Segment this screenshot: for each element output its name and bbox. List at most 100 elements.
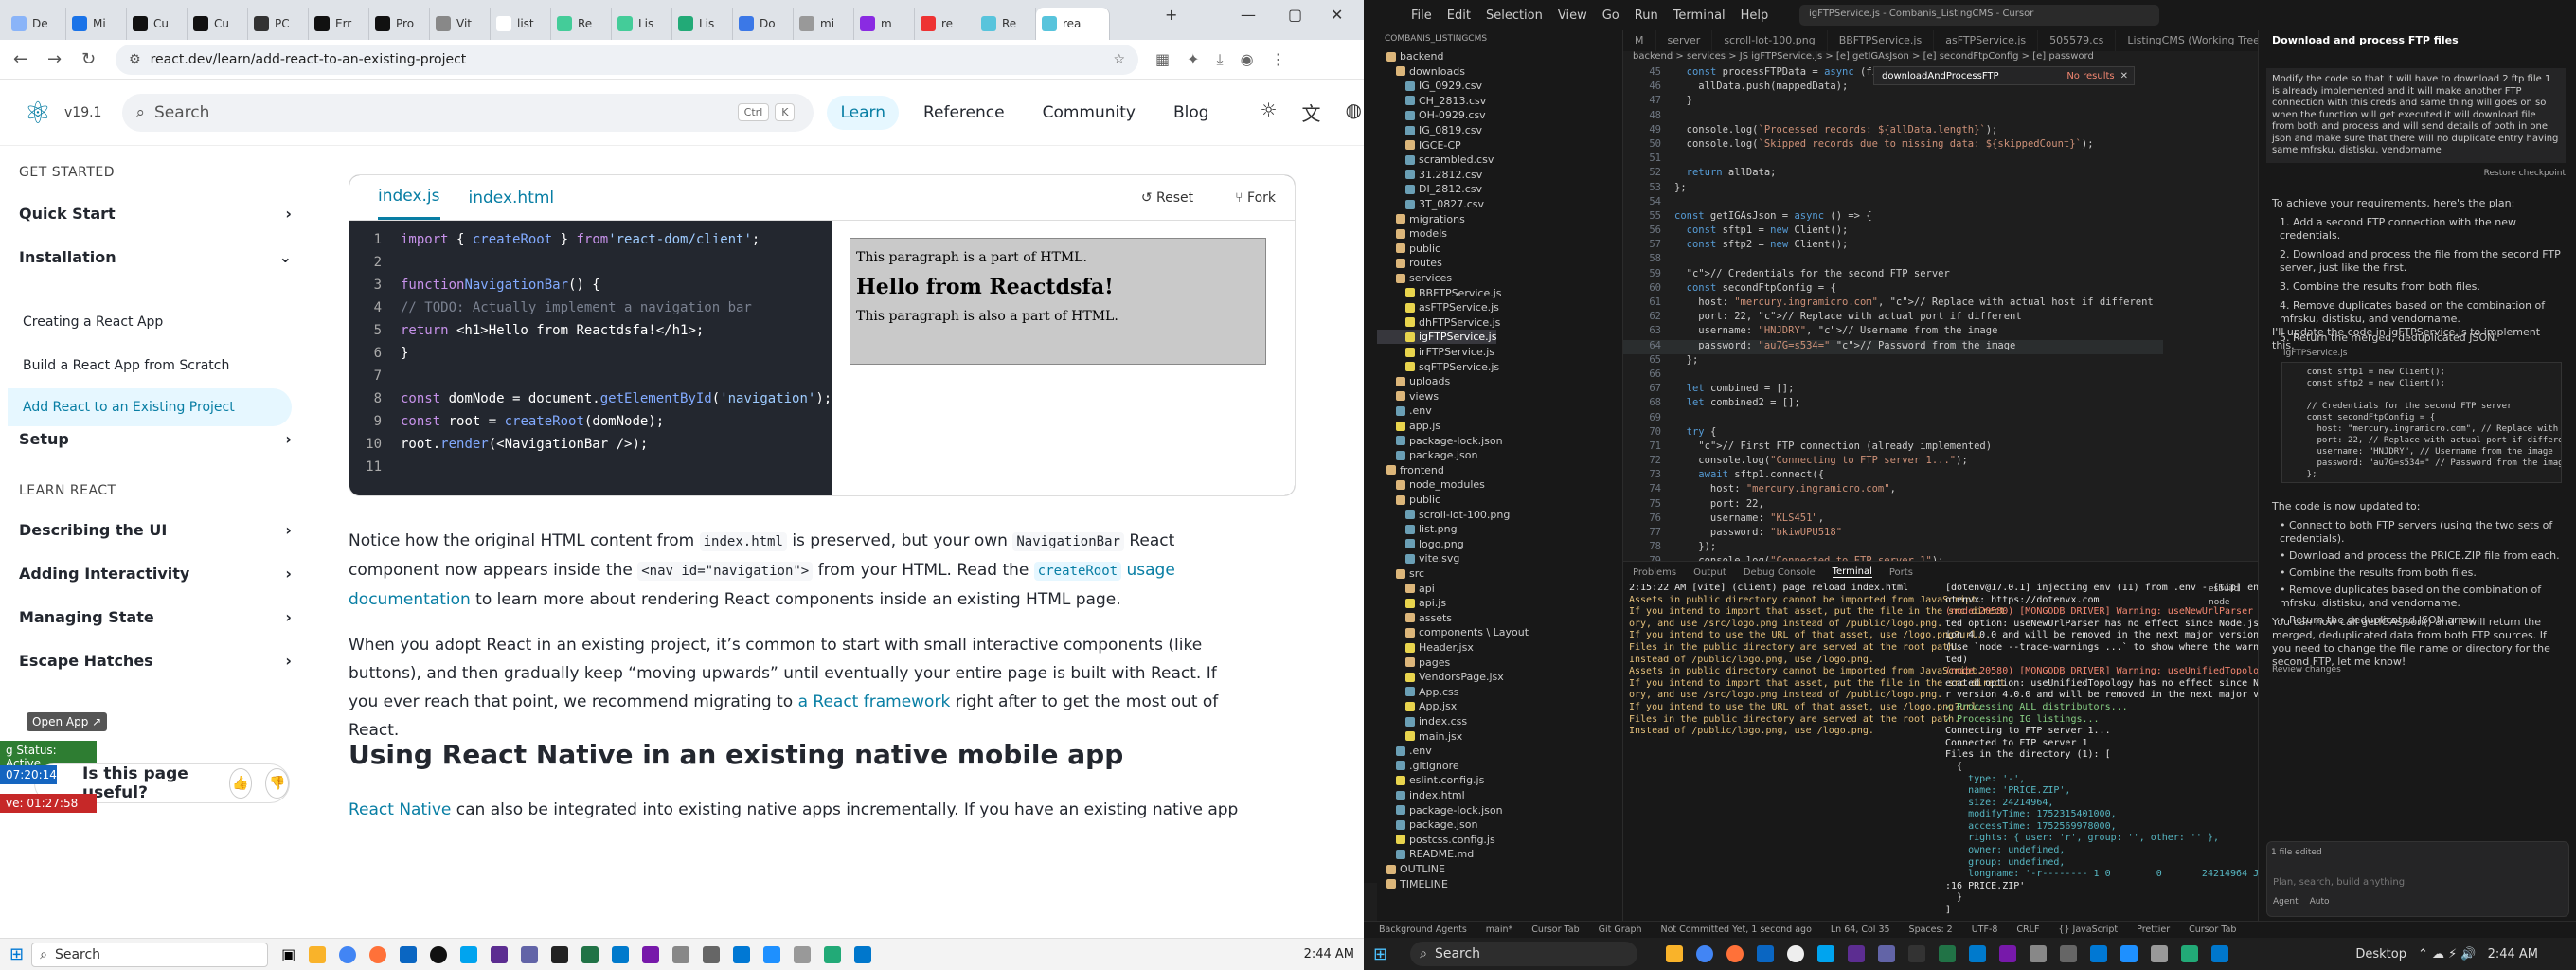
panel-tab-debug-console[interactable]: Debug Console	[1744, 567, 1816, 578]
tree-item[interactable]: main.jsx	[1377, 729, 1462, 744]
sidebar-item-add[interactable]: Add React to an Existing Project	[23, 400, 235, 415]
browser-tab[interactable]: Re	[975, 8, 1036, 40]
status-item[interactable]: Not Committed Yet, 1 second ago	[1661, 925, 1812, 935]
framework-link[interactable]: a React framework	[798, 692, 951, 711]
file-explorer-icon[interactable]	[309, 945, 327, 963]
createroot-link[interactable]: createRoot	[1033, 562, 1122, 581]
model-dropdown[interactable]: Auto	[2310, 895, 2330, 908]
settings-icon[interactable]	[703, 945, 721, 963]
find-widget[interactable]: downloadAndProcessFTP No results ✕	[1873, 66, 2135, 85]
browser-tab[interactable]: Cu	[188, 8, 248, 40]
browser-tab[interactable]: PC	[248, 8, 309, 40]
browser-tab[interactable]: Lis	[612, 8, 672, 40]
tab-index-js[interactable]: index.js	[378, 175, 440, 220]
menu-terminal[interactable]: Terminal	[1673, 9, 1726, 23]
tree-item[interactable]: uploads	[1377, 374, 1450, 388]
windows-start-icon[interactable]: ⊞	[9, 944, 24, 964]
menu-edit[interactable]: Edit	[1447, 9, 1471, 23]
app-icon[interactable]	[491, 945, 509, 963]
minimize-button[interactable]: —	[1241, 6, 1256, 24]
editor-tab[interactable]: scroll-lot-100.png	[1712, 30, 1828, 51]
tree-item[interactable]: IG_0929.csv	[1377, 79, 1482, 93]
windows-start-icon[interactable]: ⊞	[1373, 944, 1387, 964]
tree-item[interactable]: routes	[1377, 256, 1442, 270]
extension-icon[interactable]: ▦	[1155, 50, 1170, 68]
tree-item[interactable]: postcss.config.js	[1377, 833, 1495, 847]
tree-item[interactable]: views	[1377, 389, 1439, 404]
tree-item[interactable]: VendorsPage.jsx	[1377, 670, 1504, 684]
tree-item[interactable]: sqFTPService.js	[1377, 360, 1499, 374]
firefox-icon[interactable]	[369, 945, 387, 963]
theme-toggle-icon[interactable]: ☼	[1261, 99, 1278, 126]
sidebar-item-build[interactable]: Build a React App from Scratch	[23, 358, 229, 373]
open-app-button[interactable]: Open App ↗	[27, 712, 108, 731]
download-icon[interactable]: ⤓	[1217, 50, 1224, 69]
browser-tab[interactable]: mi	[794, 8, 854, 40]
tree-item[interactable]: frontend	[1377, 463, 1444, 477]
app-icon[interactable]	[763, 945, 781, 963]
tree-item[interactable]: App.jsx	[1377, 699, 1457, 713]
tree-item[interactable]: components \ Layout	[1377, 625, 1529, 639]
tree-item[interactable]: package-lock.json	[1377, 434, 1503, 448]
minimap[interactable]	[2163, 66, 2258, 559]
tree-item[interactable]: list.png	[1377, 522, 1458, 536]
status-item[interactable]: UTF-8	[1972, 925, 1998, 935]
app-icon[interactable]	[2120, 945, 2138, 962]
app-icon[interactable]	[400, 945, 418, 963]
browser-tab[interactable]: De	[6, 8, 66, 40]
editor-tab[interactable]: server	[1656, 30, 1713, 51]
tree-item[interactable]: irFTPService.js	[1377, 345, 1494, 359]
app-icon[interactable]	[2030, 945, 2048, 962]
tree-item[interactable]: dhFTPService.js	[1377, 315, 1500, 330]
browser-tab[interactable]: m	[854, 8, 915, 40]
excel-icon[interactable]	[581, 945, 599, 963]
browser-tab[interactable]: re	[915, 8, 975, 40]
terminal-2[interactable]: [dotenv@17.0.1] injecting env (11) from …	[1945, 583, 2327, 917]
react-logo-icon[interactable]: ⚛	[19, 94, 57, 132]
find-input[interactable]: downloadAndProcessFTP	[1882, 71, 1999, 81]
onenote-icon[interactable]	[642, 945, 660, 963]
tree-item[interactable]: downloads	[1377, 64, 1465, 79]
tree-item[interactable]: package.json	[1377, 817, 1477, 832]
browser-tab[interactable]: Err	[309, 8, 369, 40]
app-icon[interactable]	[1908, 945, 1926, 962]
tree-item[interactable]: vite.svg	[1377, 551, 1459, 566]
tree-item[interactable]: Header.jsx	[1377, 640, 1474, 655]
react-native-link[interactable]: React Native	[349, 800, 451, 818]
status-item[interactable]: {} JavaScript	[2058, 925, 2118, 935]
tree-item[interactable]: .env	[1377, 744, 1432, 758]
tree-item[interactable]: src	[1377, 566, 1424, 581]
tree-item[interactable]: 3T_0827.csv	[1377, 197, 1484, 211]
tree-item[interactable]: scroll-lot-100.png	[1377, 508, 1510, 522]
chrome-icon[interactable]	[339, 945, 357, 963]
search-input[interactable]: ⌕ Search Ctrl K	[122, 93, 814, 132]
browser-tab[interactable]: Cu	[127, 8, 188, 40]
tree-item[interactable]: index.html	[1377, 788, 1465, 802]
panel-tab-terminal[interactable]: Terminal	[1832, 566, 1872, 578]
tree-item[interactable]: node_modules	[1377, 477, 1485, 492]
tree-item[interactable]: backend	[1377, 49, 1443, 63]
tree-item[interactable]: IG_0819.csv	[1377, 123, 1482, 137]
bookmark-star-icon[interactable]: ☆	[1113, 52, 1125, 67]
site-info-icon[interactable]: ⚙	[129, 52, 141, 67]
restore-checkpoint-button[interactable]: Restore checkpoint	[2272, 167, 2566, 180]
sidebar-item-adding[interactable]: Adding Interactivity ›	[19, 565, 292, 583]
thumbs-up-icon[interactable]: 👍	[228, 768, 253, 799]
back-icon[interactable]: ←	[13, 49, 34, 69]
app-icon[interactable]	[2151, 945, 2169, 962]
tree-item[interactable]: DI_2812.csv	[1377, 182, 1482, 196]
tree-item[interactable]: 31.2812.csv	[1377, 168, 1482, 182]
browser-tab[interactable]: Vit	[430, 8, 491, 40]
menu-help[interactable]: Help	[1741, 9, 1769, 23]
app-icon[interactable]	[430, 945, 448, 963]
sidebar-item-creating[interactable]: Creating a React App	[23, 314, 163, 330]
fork-button[interactable]: ⑂ Fork	[1235, 190, 1276, 206]
app-icon[interactable]	[824, 945, 842, 963]
agent-mode-dropdown[interactable]: Agent	[2273, 895, 2299, 908]
firefox-icon[interactable]	[1726, 945, 1744, 962]
menu-go[interactable]: Go	[1602, 9, 1619, 23]
status-item[interactable]: Spaces: 2	[1909, 925, 1953, 935]
editor-tab[interactable]: BBFTPService.js	[1828, 30, 1935, 51]
tab-index-html[interactable]: index.html	[469, 177, 555, 219]
panel-tab-ports[interactable]: Ports	[1889, 567, 1913, 578]
